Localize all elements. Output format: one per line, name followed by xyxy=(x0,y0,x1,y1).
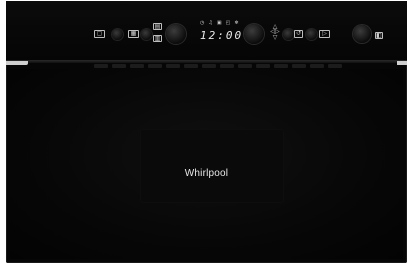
back-icon: ↺ xyxy=(295,30,302,37)
square-button[interactable]: ▢ xyxy=(94,30,105,38)
back-button[interactable]: ↺ xyxy=(294,30,303,38)
grid-button[interactable]: ▦ xyxy=(128,30,139,38)
grid-icon: ▦ xyxy=(130,30,137,37)
start-button[interactable]: ▷ xyxy=(319,30,330,38)
bell-icon: ♫ xyxy=(208,20,213,26)
door-knob[interactable] xyxy=(353,25,371,43)
door-window xyxy=(140,129,284,203)
round-button-1[interactable] xyxy=(112,29,123,40)
vent-slot xyxy=(94,64,108,68)
arrows-icon[interactable]: △ ◁▷ ▽ xyxy=(269,24,281,42)
control-panel: ▢ ▦ ▤ ▥ ◷ ♫ ▣ ◰ ❄ 12:00 △ ◁▷ ▽ ↺ ▷ ◧ xyxy=(6,1,407,60)
defrost-icon: ❄ xyxy=(234,20,239,26)
square-icon: ▢ xyxy=(96,30,103,37)
microwave-icon: ▤ xyxy=(154,23,161,30)
vent-slot xyxy=(310,64,324,68)
door-open-icon: ◧ xyxy=(376,32,382,39)
trim-highlight-left xyxy=(6,61,28,65)
vent-slot xyxy=(292,64,306,68)
round-button-4[interactable] xyxy=(306,29,317,40)
weight-icon: ◰ xyxy=(225,20,231,26)
microwave-oven: ▢ ▦ ▤ ▥ ◷ ♫ ▣ ◰ ❄ 12:00 △ ◁▷ ▽ ↺ ▷ ◧ Whi… xyxy=(6,1,407,263)
vent-slot xyxy=(238,64,252,68)
vent-slot xyxy=(148,64,162,68)
vent-slot xyxy=(202,64,216,68)
left-knob[interactable] xyxy=(166,24,186,44)
trim-highlight-right xyxy=(397,61,407,65)
grill-icon: ▥ xyxy=(154,35,161,42)
panel-trim xyxy=(6,60,407,63)
vent-slot xyxy=(184,64,198,68)
round-button-3[interactable] xyxy=(283,29,294,40)
vent-slot xyxy=(166,64,180,68)
vent-slot xyxy=(256,64,270,68)
brand-logo: Whirlpool xyxy=(184,168,229,179)
lock-icon: ▣ xyxy=(216,20,222,26)
vent-slot xyxy=(274,64,288,68)
microwave-mode-button[interactable]: ▤ xyxy=(153,23,162,30)
oven-door xyxy=(10,69,403,259)
clock-icon: ◷ xyxy=(200,20,205,26)
grill-mode-button[interactable]: ▥ xyxy=(153,35,162,42)
vent-slot xyxy=(130,64,144,68)
vent-slot xyxy=(220,64,234,68)
door-open-button[interactable]: ◧ xyxy=(375,32,383,39)
indicator-icons: ◷ ♫ ▣ ◰ ❄ xyxy=(200,20,239,26)
time-display: 12:00 xyxy=(200,29,244,42)
round-button-2[interactable] xyxy=(141,29,152,40)
vent-slot xyxy=(112,64,126,68)
right-knob[interactable] xyxy=(244,24,264,44)
vent-slot xyxy=(328,64,342,68)
play-icon: ▷ xyxy=(322,30,327,37)
